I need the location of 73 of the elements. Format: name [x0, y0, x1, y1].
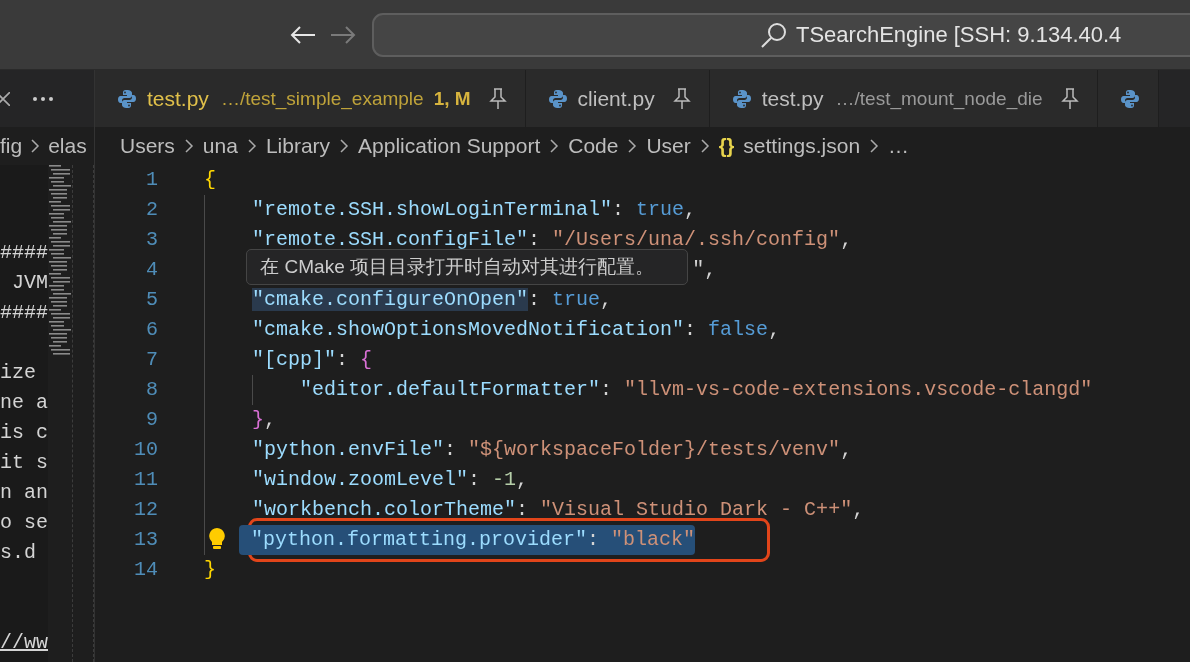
- code-line: JVM: [11, 271, 48, 294]
- line-number: 7: [145, 347, 158, 373]
- line-number: 2: [145, 197, 158, 223]
- python-file-icon: [117, 88, 137, 109]
- breadcrumb-item[interactable]: Application Support: [358, 134, 541, 158]
- line-number: 1: [145, 167, 158, 193]
- hover-tooltip: 在 CMake 项目目录打开时自动对其进行配置。: [246, 249, 689, 285]
- code-line: "editor.defaultFormatter": "llvm-vs-code-extensions.vscode-clangd": [300, 377, 1093, 403]
- close-icon[interactable]: [0, 91, 10, 106]
- chevron-icon: [30, 138, 41, 154]
- code-line: ####: [0, 241, 48, 264]
- pin-icon[interactable]: [1060, 87, 1079, 110]
- search-icon: [760, 20, 788, 49]
- code-line: "cmake.showOptionsMovedNotification": false,: [252, 317, 781, 343]
- code-link[interactable]: //ww: [0, 631, 48, 654]
- code-line: "[cpp]": {: [252, 347, 373, 373]
- chevron-icon: [627, 138, 638, 154]
- code-line: ne a: [0, 391, 48, 414]
- editor-tab[interactable]: test.py …/test_simple_example 1, M: [95, 70, 526, 127]
- pin-icon[interactable]: [488, 87, 507, 110]
- line-number: 14: [133, 557, 158, 583]
- line-number: 5: [145, 287, 158, 313]
- code-line: "python.envFile": "${workspaceFolder}/tests/venv",: [252, 437, 853, 463]
- code-line: ize: [0, 361, 36, 384]
- code-line: ",: [692, 257, 717, 283]
- code-line: n an: [0, 481, 48, 504]
- search-text: TSearchEngine [SSH: 9.134.40.4: [796, 21, 1122, 48]
- breadcrumb-item[interactable]: elas: [48, 134, 87, 158]
- line-number: 11: [133, 467, 158, 493]
- code-line: "remote.SSH.showLoginTerminal": true,: [252, 197, 697, 223]
- code-line: "workbench.colorTheme": "Visual Studio Dark - C++",: [252, 497, 865, 523]
- line-number: 12: [133, 497, 158, 523]
- code-line: }: [204, 557, 216, 583]
- line-number: 9: [145, 407, 158, 433]
- code-line: s.d: [0, 541, 36, 564]
- editor-tab[interactable]: test.py …/test_mount_node_die: [709, 70, 1098, 127]
- breadcrumb-item[interactable]: una: [202, 134, 238, 158]
- chevron-icon: [869, 138, 880, 154]
- chevron-icon: [339, 138, 350, 154]
- breadcrumb-item[interactable]: Code: [568, 134, 619, 158]
- breadcrumb-item[interactable]: Users: [120, 134, 175, 158]
- line-number: 6: [145, 317, 158, 343]
- code-line: },: [252, 407, 277, 433]
- more-actions-icon[interactable]: [32, 95, 54, 102]
- code-line: ####: [0, 301, 48, 324]
- code-line: o se: [0, 511, 48, 534]
- editor-tab[interactable]: [1097, 70, 1159, 127]
- editor-tab[interactable]: client.py: [525, 70, 710, 127]
- python-file-icon: [547, 88, 568, 109]
- breadcrumb-item[interactable]: fig: [0, 134, 23, 158]
- lightbulb-icon[interactable]: [208, 527, 226, 551]
- code-line: "window.zoomLevel": -1,: [252, 467, 529, 493]
- breadcrumb-item[interactable]: …: [888, 134, 910, 158]
- line-number: 3: [145, 227, 158, 253]
- code-line: it s: [0, 451, 48, 474]
- python-file-icon: [731, 88, 752, 109]
- line-number: 4: [145, 257, 158, 283]
- command-center-search[interactable]: TSearchEngine [SSH: 9.134.40.4: [372, 12, 1190, 57]
- line-number: 8: [145, 377, 158, 403]
- chevron-icon: [246, 138, 257, 154]
- code-line: {: [204, 167, 216, 193]
- pin-icon[interactable]: [672, 87, 691, 110]
- breadcrumb-item[interactable]: Library: [265, 134, 331, 158]
- code-line: is c: [0, 421, 48, 444]
- line-number: 13: [133, 527, 158, 553]
- chevron-icon: [699, 138, 710, 154]
- chevron-icon: [183, 138, 194, 154]
- json-braces-icon: {}: [718, 134, 735, 158]
- chevron-icon: [549, 138, 560, 154]
- breadcrumb-item[interactable]: User: [646, 134, 691, 158]
- line-number: 10: [133, 437, 158, 463]
- python-file-icon: [1119, 88, 1140, 109]
- breadcrumb-item[interactable]: settings.json: [743, 134, 861, 158]
